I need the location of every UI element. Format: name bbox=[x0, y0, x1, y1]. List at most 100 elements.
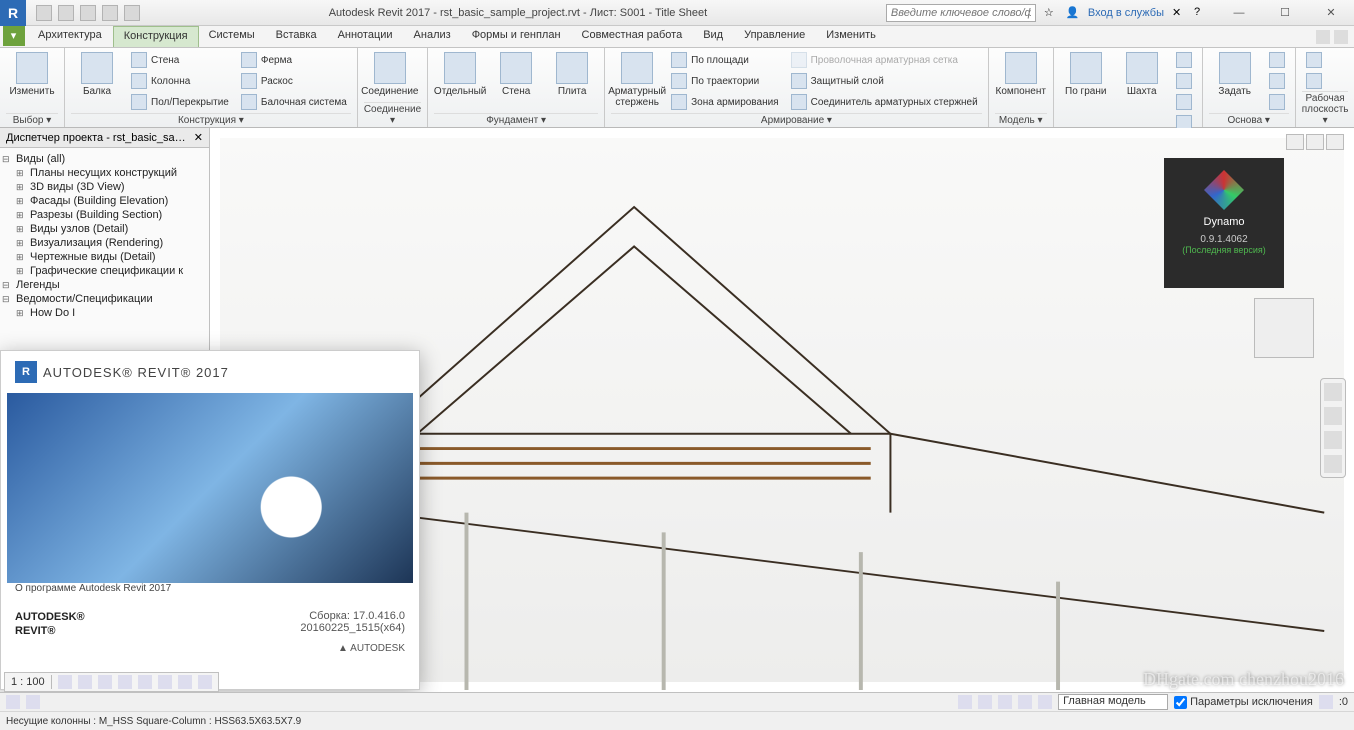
tab-архитектура[interactable]: Архитектура bbox=[28, 26, 113, 47]
worksets-icon[interactable] bbox=[6, 695, 20, 709]
crop-icon[interactable] bbox=[138, 675, 152, 689]
ribbon-panel-caption[interactable]: Соединение ▾ bbox=[364, 102, 421, 127]
detail-level-icon[interactable] bbox=[58, 675, 72, 689]
tree-item[interactable]: Визуализация (Rendering) bbox=[2, 236, 207, 250]
view-cube[interactable] bbox=[1254, 298, 1314, 358]
qat-save-icon[interactable] bbox=[58, 5, 74, 21]
ribbon-button[interactable]: Стена bbox=[490, 50, 542, 99]
minimize-button[interactable]: — bbox=[1216, 0, 1262, 26]
ribbon-button[interactable]: Изменить bbox=[6, 50, 58, 99]
tab-изменить[interactable]: Изменить bbox=[816, 26, 887, 47]
scale-label[interactable]: 1 : 100 bbox=[11, 676, 45, 688]
exclude-checkbox-input[interactable] bbox=[1174, 696, 1187, 709]
ribbon-small-button[interactable]: Колонна bbox=[127, 71, 233, 91]
ribbon-panel-caption[interactable]: Фундамент ▾ bbox=[434, 113, 598, 127]
select-pinned-icon[interactable] bbox=[998, 695, 1012, 709]
ribbon-icon-button[interactable] bbox=[1265, 50, 1289, 70]
qat-redo-icon[interactable] bbox=[102, 5, 118, 21]
tree-item[interactable]: Чертежные виды (Detail) bbox=[2, 250, 207, 264]
ribbon-small-button[interactable]: Стена bbox=[127, 50, 233, 70]
crop-region-icon[interactable] bbox=[158, 675, 172, 689]
view-max-icon[interactable] bbox=[1306, 134, 1324, 150]
app-logo[interactable]: R bbox=[0, 0, 26, 26]
ribbon-small-button[interactable]: Ферма bbox=[237, 50, 351, 70]
ribbon-panel-caption[interactable]: Армирование ▾ bbox=[611, 113, 982, 127]
tab-формы и генплан[interactable]: Формы и генплан bbox=[462, 26, 572, 47]
editable-icon[interactable] bbox=[26, 695, 40, 709]
tab-вид[interactable]: Вид bbox=[693, 26, 734, 47]
project-browser-header[interactable]: Диспетчер проекта - rst_basic_sa… ✕ bbox=[0, 128, 209, 148]
tab-аннотации[interactable]: Аннотации bbox=[328, 26, 404, 47]
select-face-icon[interactable] bbox=[1018, 695, 1032, 709]
file-tab[interactable]: ▾ bbox=[3, 26, 25, 46]
tree-item[interactable]: Виды узлов (Detail) bbox=[2, 222, 207, 236]
tab-совместная работа[interactable]: Совместная работа bbox=[572, 26, 694, 47]
ribbon-icon-button[interactable] bbox=[1172, 71, 1196, 91]
qat-open-icon[interactable] bbox=[36, 5, 52, 21]
ribbon-panel-caption[interactable]: Модель ▾ bbox=[995, 113, 1047, 127]
ribbon-panel-caption[interactable]: Основа ▾ bbox=[1209, 113, 1289, 127]
dynamo-panel[interactable]: Dynamo 0.9.1.4062 (Последняя версия) bbox=[1164, 158, 1284, 288]
tab-управление[interactable]: Управление bbox=[734, 26, 816, 47]
exclude-options-checkbox[interactable]: Параметры исключения bbox=[1174, 696, 1313, 709]
user-icon[interactable]: 👤 bbox=[1066, 6, 1080, 20]
ribbon-small-button[interactable]: Защитный слой bbox=[787, 71, 982, 91]
ribbon-small-button[interactable]: По площади bbox=[667, 50, 782, 70]
tab-анализ[interactable]: Анализ bbox=[404, 26, 462, 47]
ribbon-icon-button[interactable] bbox=[1302, 50, 1326, 70]
shadows-icon[interactable] bbox=[118, 675, 132, 689]
ribbon-small-button[interactable]: Соединитель арматурных стержней bbox=[787, 92, 982, 112]
select-underlay-icon[interactable] bbox=[978, 695, 992, 709]
mini-icon[interactable] bbox=[1334, 30, 1348, 44]
view-min-icon[interactable] bbox=[1286, 134, 1304, 150]
design-options-combo[interactable]: Главная модель bbox=[1058, 694, 1168, 710]
close-icon[interactable]: ✕ bbox=[194, 131, 203, 144]
maximize-button[interactable]: ☐ bbox=[1262, 0, 1308, 26]
hide-isolate-icon[interactable] bbox=[178, 675, 192, 689]
ribbon-small-button[interactable]: Пол/Перекрытие bbox=[127, 92, 233, 112]
ribbon-small-button[interactable]: Раскос bbox=[237, 71, 351, 91]
ribbon-button[interactable]: Плита bbox=[546, 50, 598, 99]
tree-item[interactable]: How Do I bbox=[2, 306, 207, 320]
visual-style-icon[interactable] bbox=[78, 675, 92, 689]
tree-item[interactable]: Фасады (Building Elevation) bbox=[2, 194, 207, 208]
tab-системы[interactable]: Системы bbox=[199, 26, 266, 47]
ribbon-button[interactable]: Шахта bbox=[1116, 50, 1168, 99]
tab-конструкция[interactable]: Конструкция bbox=[113, 26, 199, 47]
ribbon-small-button[interactable]: Зона армирования bbox=[667, 92, 782, 112]
sign-in-link[interactable]: Вход в службы bbox=[1088, 7, 1164, 19]
tree-item[interactable]: Разрезы (Building Section) bbox=[2, 208, 207, 222]
ribbon-small-button[interactable]: Балочная система bbox=[237, 92, 351, 112]
qat-undo-icon[interactable] bbox=[80, 5, 96, 21]
tree-item[interactable]: Планы несущих конструкций bbox=[2, 166, 207, 180]
ribbon-icon-button[interactable] bbox=[1172, 92, 1196, 112]
view-close-icon[interactable] bbox=[1326, 134, 1344, 150]
reveal-icon[interactable] bbox=[198, 675, 212, 689]
ribbon-button[interactable]: Компонент bbox=[995, 50, 1047, 99]
ribbon-button[interactable]: Задать bbox=[1209, 50, 1261, 99]
sun-path-icon[interactable] bbox=[98, 675, 112, 689]
tree-item[interactable]: Ведомости/Спецификации bbox=[2, 292, 207, 306]
ribbon-icon-button[interactable] bbox=[1265, 71, 1289, 91]
select-links-icon[interactable] bbox=[958, 695, 972, 709]
close-button[interactable]: ✕ bbox=[1308, 0, 1354, 26]
search-input[interactable] bbox=[886, 4, 1036, 22]
tree-item[interactable]: Графические спецификации к bbox=[2, 264, 207, 278]
drag-elements-icon[interactable] bbox=[1038, 695, 1052, 709]
subscription-icon[interactable]: ☆ bbox=[1044, 6, 1058, 20]
ribbon-button[interactable]: По грани bbox=[1060, 50, 1112, 99]
exchange-icon[interactable]: ✕ bbox=[1172, 6, 1186, 20]
tab-вставка[interactable]: Вставка bbox=[266, 26, 328, 47]
ribbon-panel-caption[interactable]: Рабочая плоскость ▾ bbox=[1302, 91, 1349, 127]
ribbon-icon-button[interactable] bbox=[1172, 50, 1196, 70]
tree-item[interactable]: 3D виды (3D View) bbox=[2, 180, 207, 194]
ribbon-button[interactable]: Отдельный bbox=[434, 50, 486, 99]
tree-item[interactable]: Легенды bbox=[2, 278, 207, 292]
ribbon-small-button[interactable]: По траектории bbox=[667, 71, 782, 91]
ribbon-panel-caption[interactable]: Конструкция ▾ bbox=[71, 113, 351, 127]
ribbon-button[interactable]: Соединение bbox=[364, 50, 416, 99]
ribbon-icon-button[interactable] bbox=[1302, 71, 1326, 91]
tree-item[interactable]: Виды (all) bbox=[2, 152, 207, 166]
steering-wheel-icon[interactable] bbox=[1324, 383, 1342, 401]
ribbon-button[interactable]: Балка bbox=[71, 50, 123, 99]
